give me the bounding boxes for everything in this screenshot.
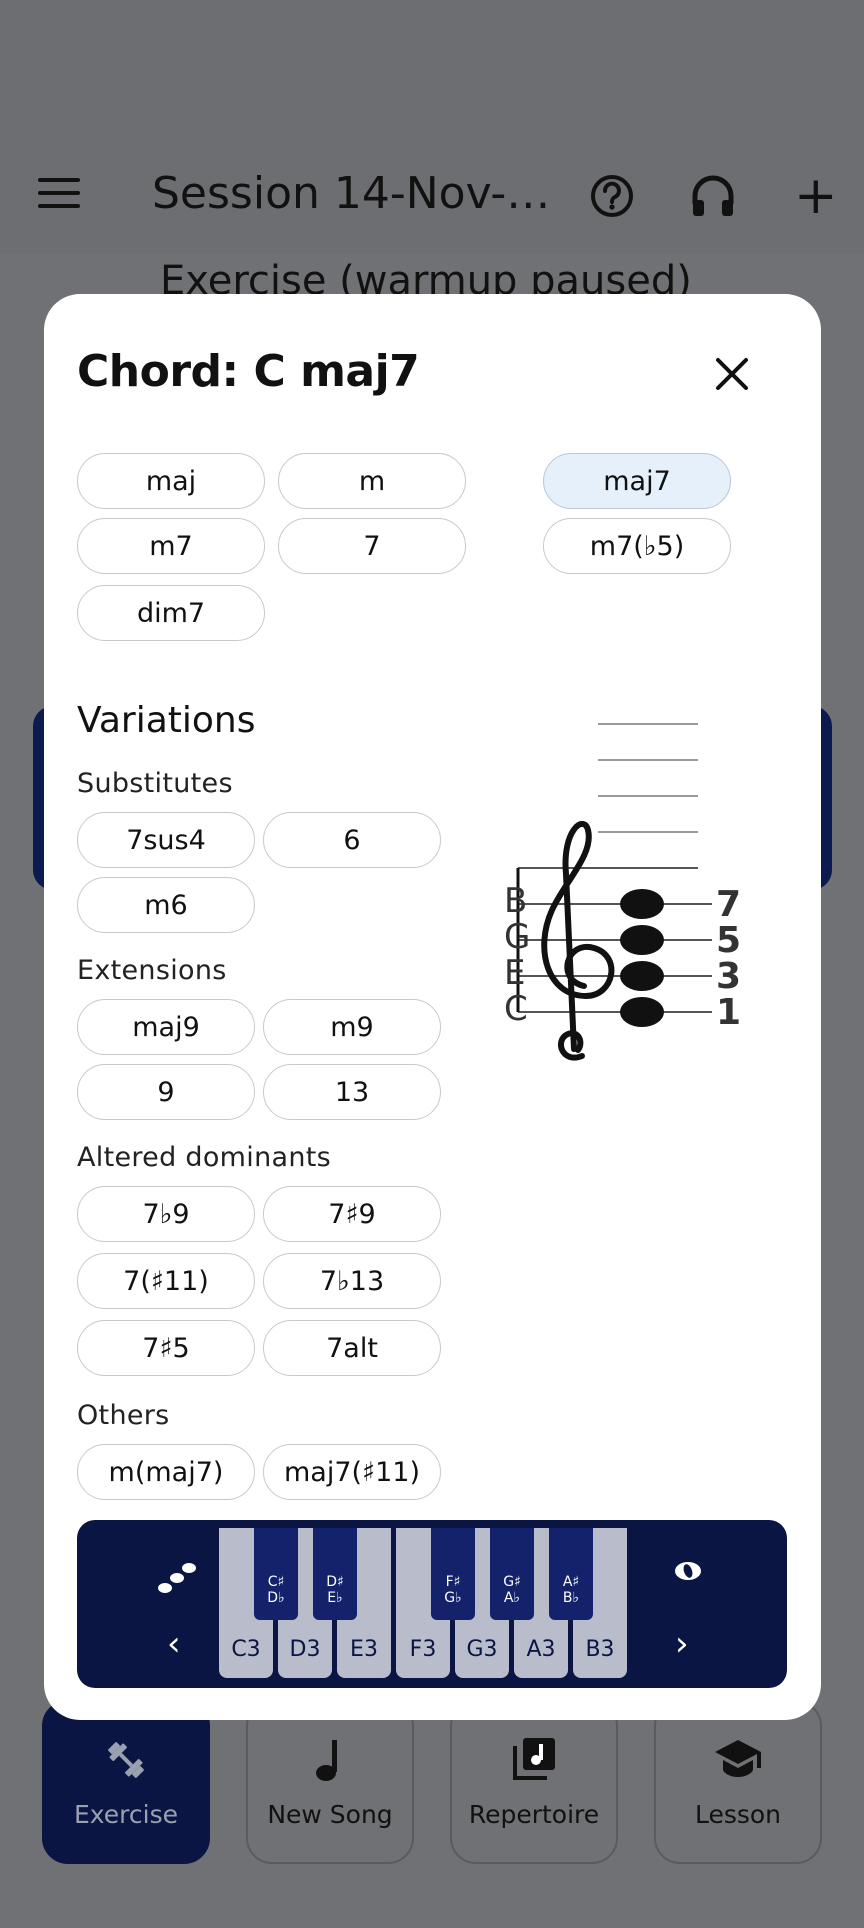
- variation-chip[interactable]: 6: [263, 812, 441, 868]
- sharp-label: G♯: [503, 1574, 521, 1590]
- variation-chip[interactable]: 7♯9: [263, 1186, 441, 1242]
- black-key-fs3[interactable]: F♯ G♭: [431, 1528, 475, 1620]
- add-icon[interactable]: +: [794, 170, 838, 222]
- variation-chip[interactable]: 7(♯11): [77, 1253, 255, 1309]
- notehead: [620, 997, 664, 1027]
- bottom-navigation: Exercise New Song Repertoire Lesson: [0, 1700, 864, 1928]
- sharp-label: D♯: [326, 1574, 344, 1590]
- extensions-heading: Extensions: [77, 955, 227, 986]
- next-octave-button[interactable]: ›: [675, 1624, 689, 1664]
- variation-chip[interactable]: m9: [263, 999, 441, 1055]
- note-label: G: [504, 917, 530, 957]
- nav-label: Exercise: [73, 1800, 179, 1829]
- variation-chip[interactable]: maj7(♯11): [263, 1444, 441, 1500]
- library-music-icon: [452, 1736, 616, 1784]
- menu-icon[interactable]: [38, 178, 80, 214]
- sharp-label: C♯: [267, 1574, 285, 1590]
- sharp-label: A♯: [562, 1574, 580, 1590]
- others-heading: Others: [77, 1400, 170, 1431]
- notes-icon[interactable]: [157, 1558, 199, 1603]
- piano-keyboard: ‹ C3 D3 E3 F3 G3 A3 B3 C♯ D♭ D♯ E♭ F♯ G♭ G♯…: [77, 1520, 787, 1688]
- nav-new-song[interactable]: New Song: [246, 1700, 414, 1864]
- altered-dominants-heading: Altered dominants: [77, 1142, 331, 1173]
- close-icon: [716, 358, 748, 390]
- notehead: [620, 961, 664, 991]
- chord-staff: B G E C 7 5 3 1: [504, 723, 741, 1061]
- dumbbell-icon: [44, 1736, 208, 1784]
- flat-label: D♭: [267, 1590, 285, 1606]
- variation-chip[interactable]: 7♭13: [263, 1253, 441, 1309]
- headset-icon[interactable]: [690, 174, 736, 223]
- help-icon[interactable]: [590, 174, 634, 223]
- prev-octave-button[interactable]: ‹: [167, 1624, 181, 1664]
- variation-chip[interactable]: 7alt: [263, 1320, 441, 1376]
- whole-note-icon[interactable]: [673, 1560, 703, 1587]
- variation-chip[interactable]: m(maj7): [77, 1444, 255, 1500]
- school-icon: [656, 1736, 820, 1784]
- notehead: [620, 925, 664, 955]
- variation-chip[interactable]: 13: [263, 1064, 441, 1120]
- nav-label: Repertoire: [468, 1800, 600, 1829]
- nav-label: New Song: [267, 1800, 393, 1829]
- nav-exercise[interactable]: Exercise: [42, 1700, 210, 1864]
- black-key-ds3[interactable]: D♯ E♭: [313, 1528, 357, 1620]
- degree-label: 1: [716, 992, 741, 1033]
- quality-chip-m7[interactable]: m7: [77, 518, 265, 574]
- note-label: B: [504, 881, 527, 921]
- black-key-as3[interactable]: A♯ B♭: [549, 1528, 593, 1620]
- nav-repertoire[interactable]: Repertoire: [450, 1700, 618, 1864]
- variation-chip[interactable]: m6: [77, 877, 255, 933]
- notehead: [620, 889, 664, 919]
- variation-chip[interactable]: 7♯5: [77, 1320, 255, 1376]
- degree-label: 5: [716, 920, 741, 961]
- music-note-icon: [248, 1736, 412, 1784]
- variations-heading: Variations: [77, 700, 256, 741]
- quality-chip-dim7[interactable]: dim7: [77, 585, 265, 641]
- quality-chip-7[interactable]: 7: [278, 518, 466, 574]
- chord-dialog: Chord: C maj7 maj m maj7 m7 7 m7(♭5) dim…: [44, 294, 821, 1720]
- substitutes-heading: Substitutes: [77, 768, 233, 799]
- flat-label: G♭: [444, 1590, 462, 1606]
- nav-lesson[interactable]: Lesson: [654, 1700, 822, 1864]
- degree-label: 3: [716, 956, 741, 997]
- black-key-cs3[interactable]: C♯ D♭: [254, 1528, 298, 1620]
- note-label: E: [504, 953, 525, 993]
- quality-chip-maj7[interactable]: maj7: [543, 453, 731, 509]
- nav-label: Lesson: [694, 1800, 782, 1829]
- sharp-label: F♯: [445, 1574, 461, 1590]
- quality-chip-maj[interactable]: maj: [77, 453, 265, 509]
- variation-chip[interactable]: 9: [77, 1064, 255, 1120]
- flat-label: E♭: [327, 1590, 343, 1606]
- session-title: Session 14-Nov-…: [152, 168, 551, 219]
- app-bar: Session 14-Nov-… +: [0, 0, 864, 254]
- flat-label: A♭: [503, 1590, 521, 1606]
- close-button[interactable]: [712, 354, 752, 394]
- degree-label: 7: [716, 884, 741, 925]
- quality-chip-m[interactable]: m: [278, 453, 466, 509]
- variation-chip[interactable]: 7♭9: [77, 1186, 255, 1242]
- variation-chip[interactable]: 7sus4: [77, 812, 255, 868]
- quality-chip-m7b5[interactable]: m7(♭5): [543, 518, 731, 574]
- dialog-title: Chord: C maj7: [77, 346, 420, 397]
- note-label: C: [504, 989, 528, 1029]
- flat-label: B♭: [562, 1590, 580, 1606]
- black-key-gs3[interactable]: G♯ A♭: [490, 1528, 534, 1620]
- variation-chip[interactable]: maj9: [77, 999, 255, 1055]
